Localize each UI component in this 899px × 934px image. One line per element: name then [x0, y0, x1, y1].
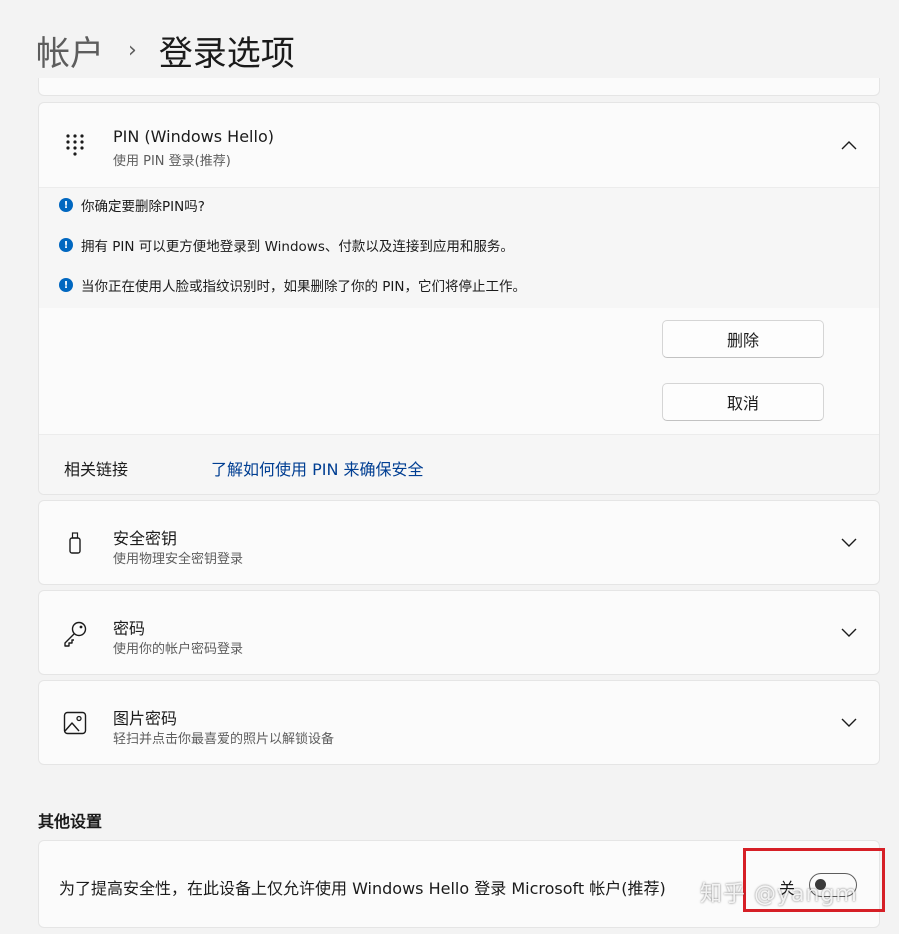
chevron-down-icon[interactable] — [839, 533, 859, 553]
breadcrumb-parent[interactable]: 帐户 — [36, 26, 104, 75]
chevron-right-icon: › — [128, 37, 137, 63]
warning-item: ! 当你正在使用人脸或指纹识别时，如果删除了你的 PIN，它们将停止工作。 — [59, 275, 526, 295]
info-icon: ! — [59, 278, 73, 292]
previous-card-edge — [38, 78, 880, 96]
password-subtitle: 使用你的帐户密码登录 — [113, 642, 244, 657]
pin-security-link[interactable]: 了解如何使用 PIN 来确保安全 — [211, 456, 424, 480]
info-icon: ! — [59, 198, 73, 212]
picture-password-subtitle: 轻扫并点击你最喜爱的照片以解锁设备 — [113, 732, 335, 747]
related-links: 相关链接 了解如何使用 PIN 来确保安全 — [39, 434, 879, 494]
picture-password-card[interactable]: 图片密码 轻扫并点击你最喜爱的照片以解锁设备 — [38, 680, 880, 765]
security-key-title: 安全密钥 — [113, 529, 178, 548]
warning-item: ! 拥有 PIN 可以更方便地登录到 Windows、付款以及连接到应用和服务。 — [59, 235, 514, 255]
security-key-subtitle: 使用物理安全密钥登录 — [113, 552, 244, 567]
pin-card: PIN (Windows Hello) 使用 PIN 登录(推荐) ! 你确定要… — [38, 102, 880, 495]
pin-warnings: ! 你确定要删除PIN吗? ! 拥有 PIN 可以更方便地登录到 Windows… — [39, 188, 879, 308]
security-key-card[interactable]: 安全密钥 使用物理安全密钥登录 — [38, 500, 880, 585]
delete-pin-button[interactable]: 删除 — [662, 320, 824, 358]
password-card[interactable]: 密码 使用你的帐户密码登录 — [38, 590, 880, 675]
chevron-up-icon[interactable] — [839, 135, 859, 155]
warning-text: 你确定要删除PIN吗? — [81, 199, 205, 215]
related-links-label: 相关链接 — [64, 460, 129, 479]
hello-only-label: 为了提高安全性，在此设备上仅允许使用 Windows Hello 登录 Micr… — [59, 879, 666, 898]
warning-text: 拥有 PIN 可以更方便地登录到 Windows、付款以及连接到应用和服务。 — [81, 239, 514, 255]
password-title: 密码 — [113, 619, 146, 638]
key-icon — [61, 619, 89, 647]
page-title: 登录选项 — [158, 33, 295, 74]
breadcrumb: 帐户 › 登录选项 — [36, 26, 295, 74]
dialpad-icon — [61, 131, 89, 159]
chevron-down-icon[interactable] — [839, 713, 859, 733]
watermark: 知乎 @yangm — [700, 882, 858, 907]
usb-key-icon — [61, 529, 89, 557]
warning-item: ! 你确定要删除PIN吗? — [59, 195, 205, 215]
pin-title: PIN (Windows Hello) — [113, 127, 274, 146]
warning-text: 当你正在使用人脸或指纹识别时，如果删除了你的 PIN，它们将停止工作。 — [81, 279, 527, 295]
pin-header[interactable]: PIN (Windows Hello) 使用 PIN 登录(推荐) — [39, 103, 879, 188]
image-icon — [61, 709, 89, 737]
other-settings-heading: 其他设置 — [38, 812, 103, 831]
pin-subtitle: 使用 PIN 登录(推荐) — [113, 154, 231, 169]
picture-password-title: 图片密码 — [113, 709, 178, 728]
chevron-down-icon[interactable] — [839, 623, 859, 643]
info-icon: ! — [59, 238, 73, 252]
cancel-button[interactable]: 取消 — [662, 383, 824, 421]
